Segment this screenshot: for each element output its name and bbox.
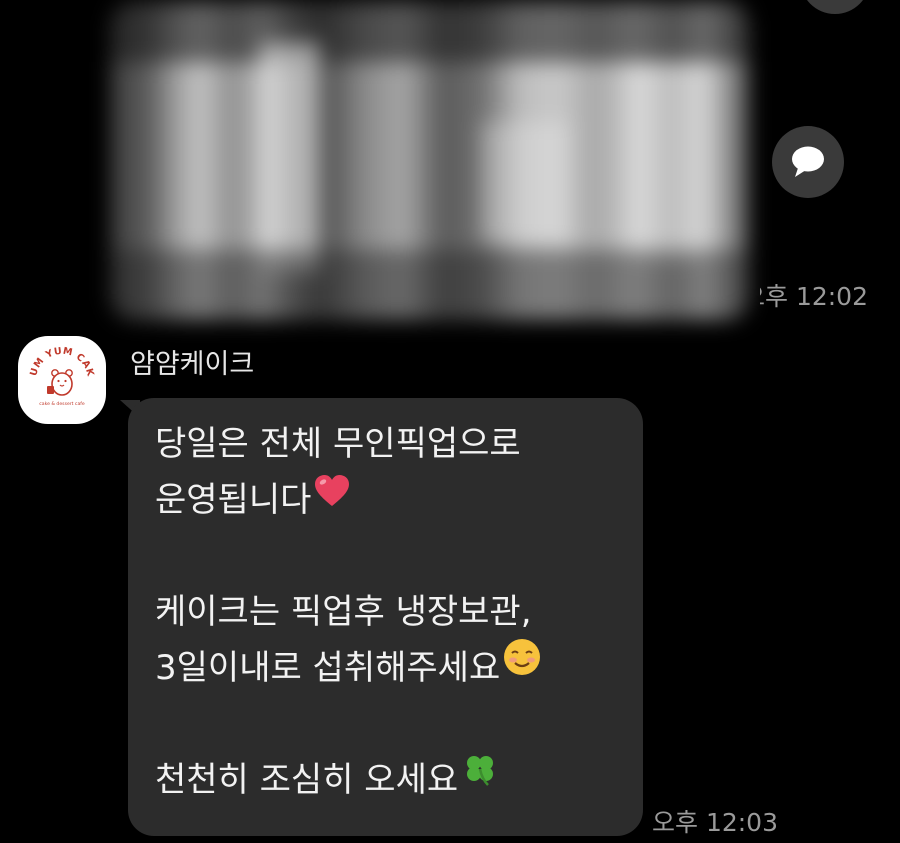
blurred-photo-message[interactable] xyxy=(110,2,750,320)
message-line: 케이크는 픽업후 냉장보관, xyxy=(155,592,532,632)
photo-timestamp: 오후 12:02 xyxy=(760,282,868,311)
chat-screen: 오후 12:02 YUM YUM CAKE cake & dessert caf… xyxy=(0,0,900,843)
message-timestamp: 오후 12:03 xyxy=(652,808,778,837)
message-line: 3일이내로 섭취해주세요 xyxy=(155,648,501,688)
sender-name: 얌얌케이크 xyxy=(130,349,255,380)
sender-avatar[interactable]: YUM YUM CAKE cake & dessert cafe xyxy=(18,336,106,424)
speech-bubble-icon xyxy=(792,146,824,177)
message-line-with-emoji: 천천히 조심히 오세요 xyxy=(155,752,625,808)
red-heart-icon xyxy=(313,470,351,526)
yumyum-cake-logo: YUM YUM CAKE cake & dessert cafe xyxy=(18,336,95,407)
smiling-face-icon xyxy=(502,637,542,694)
message-line-with-emoji: 운영됩니다 xyxy=(155,472,625,528)
four-leaf-clover-icon xyxy=(460,749,500,806)
message-line-with-emoji: 3일이내로 섭취해주세요 xyxy=(155,637,625,696)
action-button-partial[interactable] xyxy=(800,0,870,14)
message-line: 천천히 조심히 오세요 xyxy=(155,760,459,800)
message-line: 운영됩니다 xyxy=(155,480,312,520)
message-text: 당일은 전체 무인픽업으로 운영됩니다 케이크는 픽업후 냉장보관, 3일이내로… xyxy=(155,416,625,808)
share-comment-button[interactable] xyxy=(772,126,844,198)
svg-text:cake & dessert cafe: cake & dessert cafe xyxy=(39,401,85,407)
message-line: 당일은 전체 무인픽업으로 xyxy=(155,424,521,464)
